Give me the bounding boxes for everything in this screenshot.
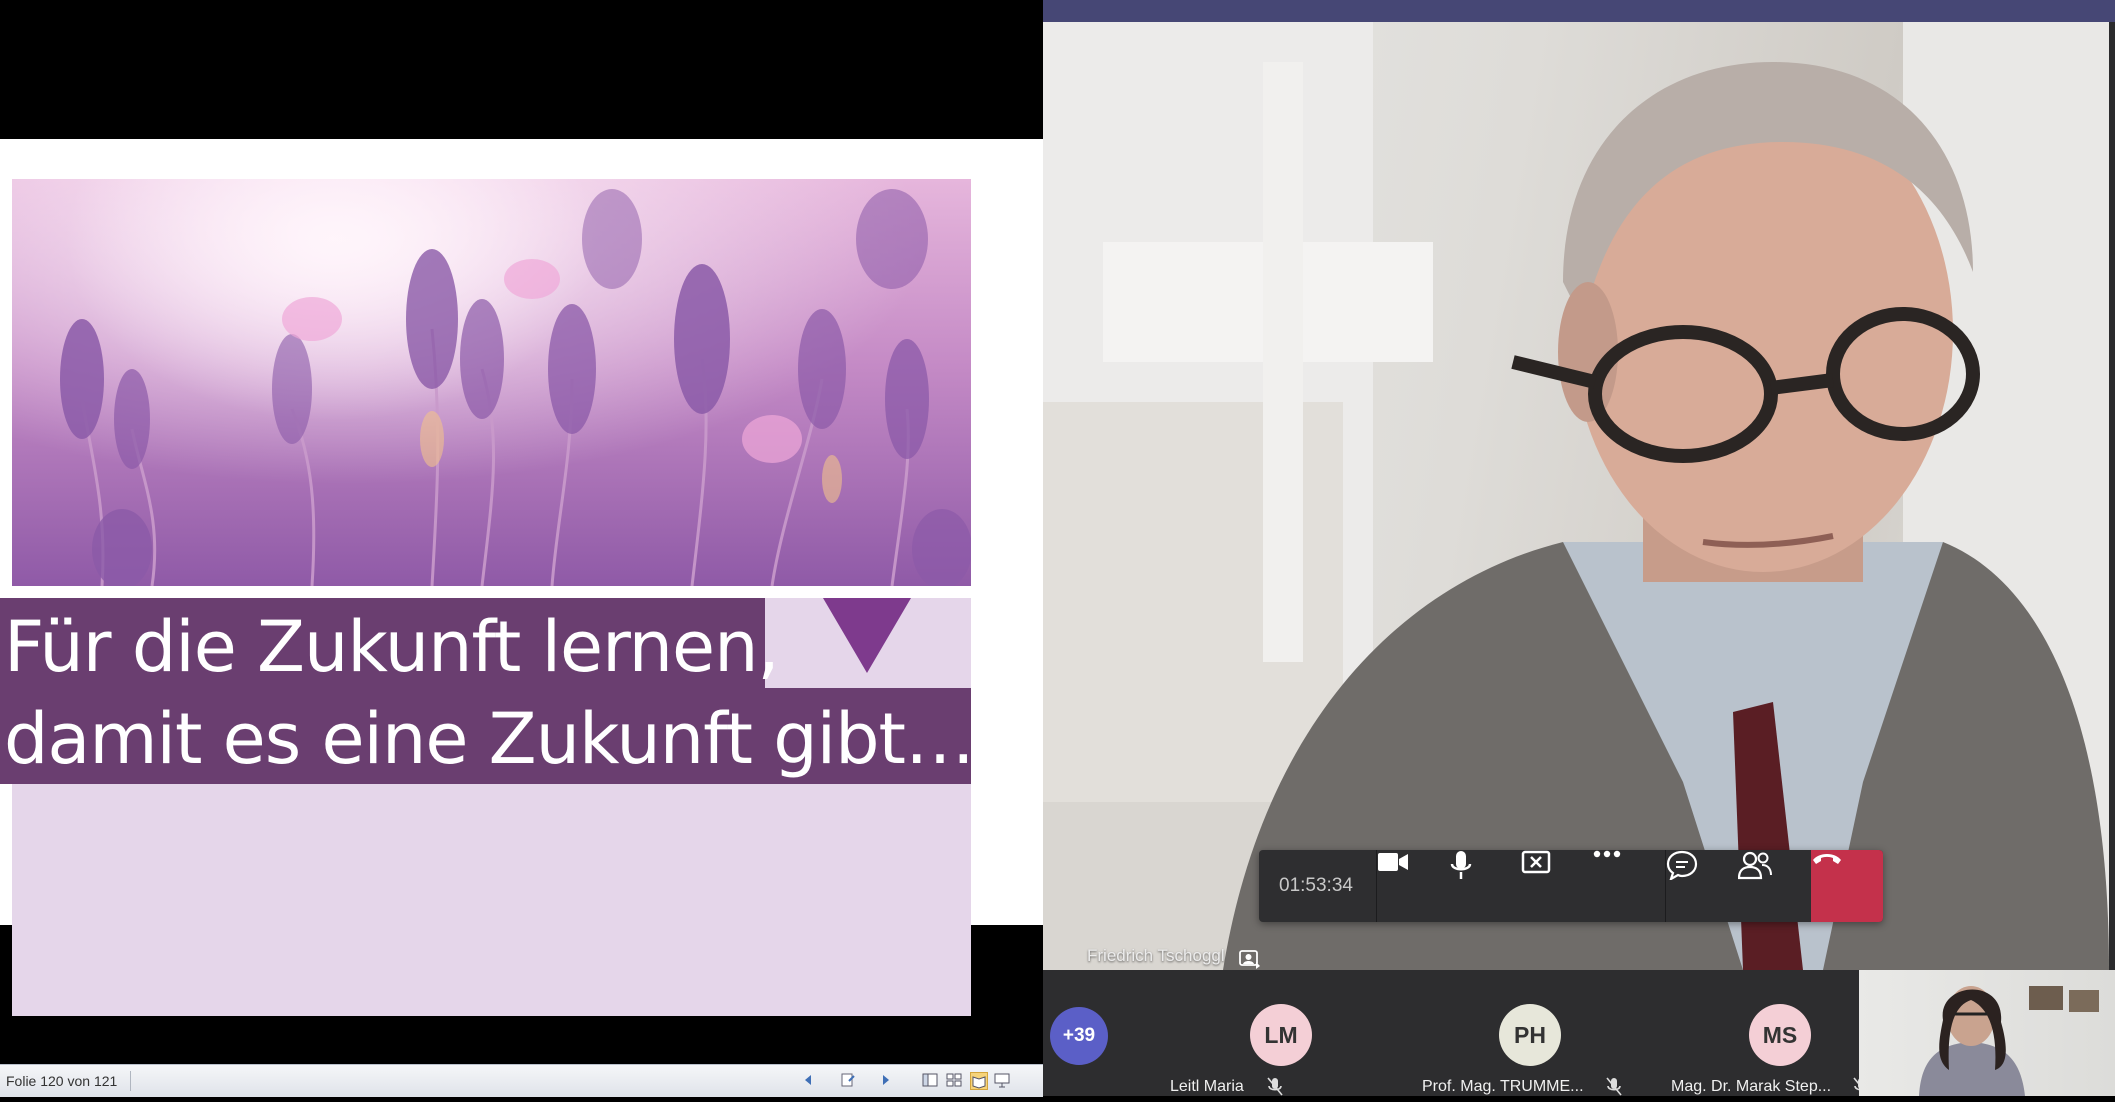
slideshow-icon[interactable] (994, 1072, 1010, 1088)
teams-meeting-window: 01:53:34 Friedrich Tschoggl +39 LM Leitl… (1043, 0, 2115, 1096)
more-options-button[interactable] (1593, 850, 1665, 922)
notes-icon[interactable] (840, 1072, 856, 1088)
self-view-video[interactable] (1859, 970, 2115, 1096)
presentation-status-bar: Folie 120 von 121 (0, 1064, 1043, 1097)
participant-tile[interactable]: MS Mag. Dr. Marak Step... (1603, 970, 1869, 1096)
participant-tile[interactable]: LM Leitl Maria (1095, 970, 1312, 1096)
mic-muted-icon (1267, 1077, 1283, 1102)
microphone-button[interactable] (1449, 850, 1521, 922)
participant-tile[interactable]: PH Prof. Mag. TRUMME... (1343, 970, 1622, 1096)
participants-strip: +39 LM Leitl Maria PH Prof. Mag. TRUMME.… (1043, 970, 2115, 1096)
avatar: PH (1499, 1004, 1561, 1066)
participant-name: Leitl Maria (1170, 1078, 1244, 1095)
call-timer: 01:53:34 (1279, 875, 1353, 896)
slide-sorter-icon[interactable] (946, 1072, 962, 1088)
teams-title-bar (1043, 0, 2115, 22)
participant-name: Mag. Dr. Marak Step... (1671, 1078, 1832, 1095)
slide-canvas: Für die Zukunft lernen, damit es eine Zu… (0, 139, 1043, 1016)
prev-slide-icon[interactable] (800, 1072, 816, 1088)
chat-button[interactable] (1666, 850, 1738, 922)
reading-view-icon[interactable] (970, 1072, 988, 1090)
active-speaker-name: Friedrich Tschoggl (1087, 946, 1225, 965)
slide-title: Für die Zukunft lernen, damit es eine Zu… (4, 601, 984, 785)
participant-name: Prof. Mag. TRUMME... (1422, 1078, 1584, 1095)
status-divider (130, 1071, 131, 1091)
slide-title-line-2: damit es eine Zukunft gibt… (4, 698, 975, 780)
lavender-photo (12, 179, 971, 586)
avatar: LM (1250, 1004, 1312, 1066)
call-controls-bar: 01:53:34 (1259, 850, 1883, 922)
normal-view-icon[interactable] (922, 1072, 938, 1088)
camera-button[interactable] (1377, 850, 1449, 922)
hang-up-button[interactable] (1811, 850, 1883, 922)
presentation-window: Für die Zukunft lernen, damit es eine Zu… (0, 0, 1043, 1097)
stop-sharing-button[interactable] (1521, 850, 1593, 922)
participants-button[interactable] (1738, 850, 1810, 922)
slide-counter: Folie 120 von 121 (6, 1073, 118, 1089)
next-slide-icon[interactable] (878, 1072, 894, 1088)
speaker-video: 01:53:34 Friedrich Tschoggl (1043, 22, 2109, 970)
slide-title-line-1: Für die Zukunft lernen, (4, 606, 780, 688)
avatar: MS (1749, 1004, 1811, 1066)
